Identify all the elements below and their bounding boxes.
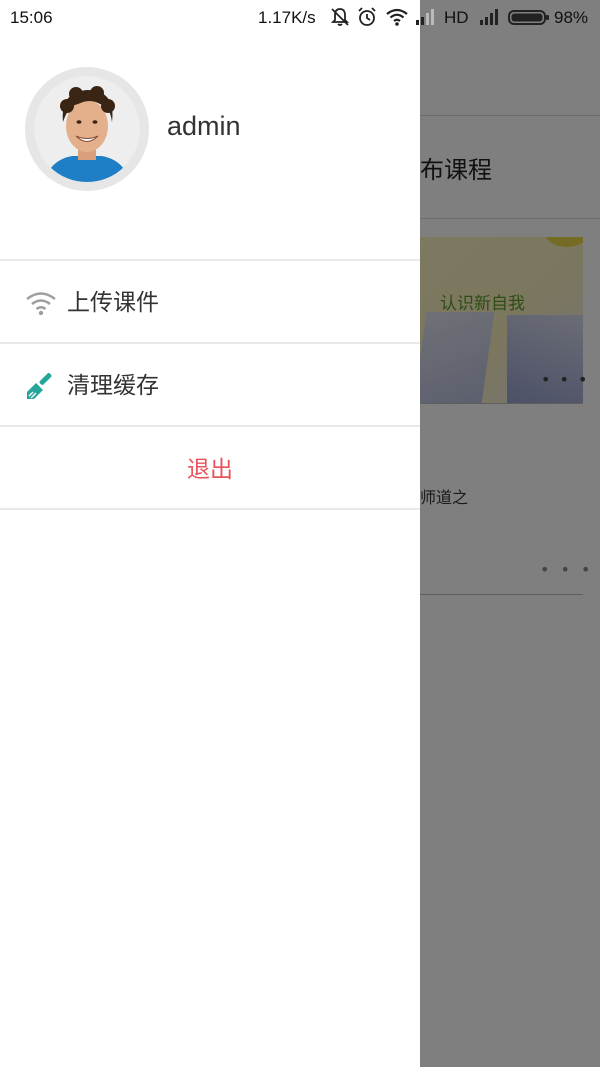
menu-item-label: 上传课件 bbox=[67, 290, 159, 316]
menu-item-upload-courseware[interactable]: 上传课件 bbox=[0, 261, 420, 341]
menu-item-label: 清理缓存 bbox=[67, 373, 159, 399]
brush-icon bbox=[24, 368, 58, 402]
status-network-type: HD bbox=[444, 8, 469, 27]
logout-label: 退出 bbox=[187, 457, 233, 483]
avatar[interactable] bbox=[25, 67, 149, 191]
status-bar: 15:06 1.17K/s HD 98% bbox=[0, 0, 600, 37]
battery-icon bbox=[508, 6, 550, 33]
divider bbox=[0, 425, 420, 427]
menu-item-clear-cache[interactable]: 清理缓存 bbox=[0, 344, 420, 424]
mute-icon bbox=[329, 6, 351, 33]
user-avatar-image bbox=[34, 76, 140, 182]
drawer-header: admin bbox=[0, 37, 420, 259]
alarm-icon bbox=[356, 6, 378, 33]
navigation-drawer: 15:06 1.17K/s HD 98% admin 上传课件 清理缓存 退出 bbox=[0, 0, 588, 1067]
wifi-icon bbox=[385, 6, 409, 33]
signal-icon bbox=[478, 6, 502, 33]
signal-icon bbox=[414, 6, 438, 33]
status-network-speed: 1.17K/s bbox=[258, 8, 316, 27]
logout-button[interactable]: 退出 bbox=[0, 428, 420, 508]
username: admin bbox=[167, 111, 241, 141]
wifi-icon bbox=[24, 285, 58, 319]
status-time: 15:06 bbox=[10, 8, 53, 27]
status-battery-percent: 98% bbox=[554, 8, 589, 27]
divider bbox=[0, 508, 420, 510]
